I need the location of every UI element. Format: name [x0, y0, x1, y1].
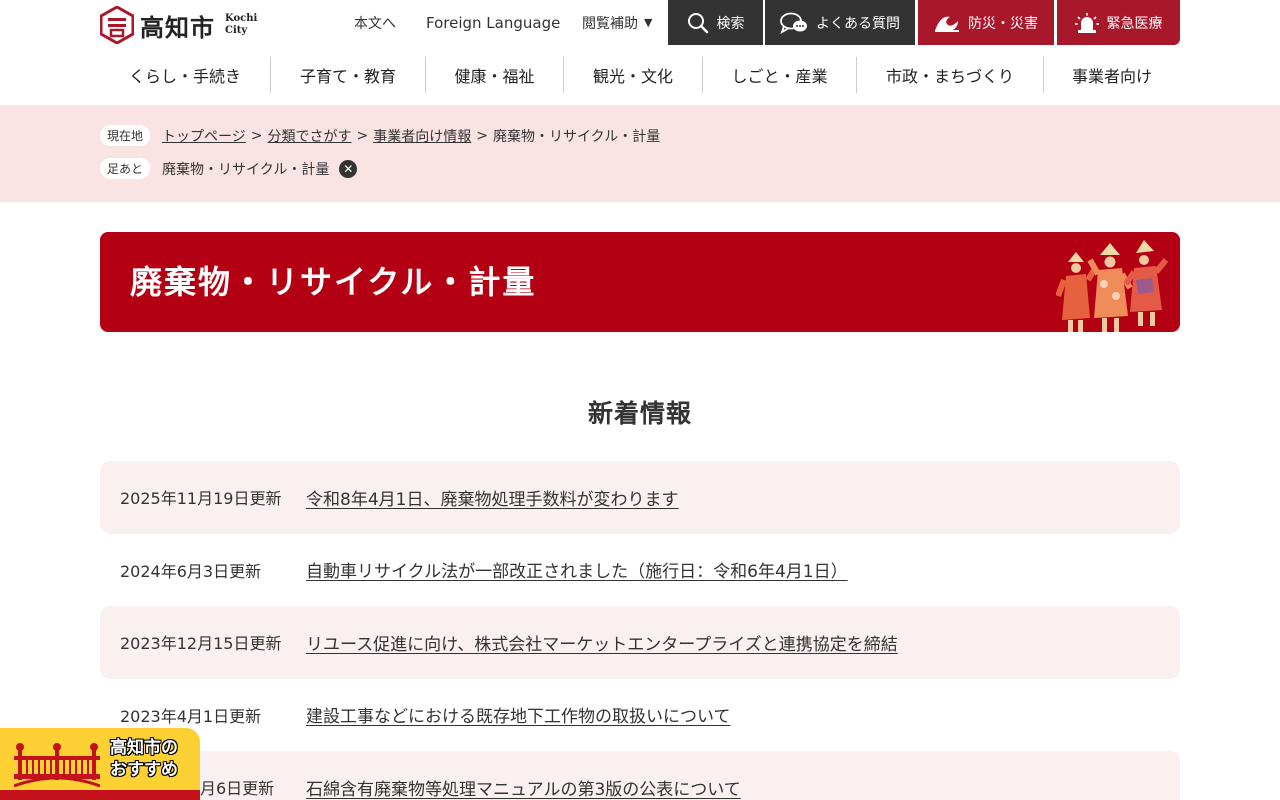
breadcrumb: 現在地 トップページ > 分類でさがす > 事業者向け情報 > 廃棄物・リサイク…: [100, 125, 660, 146]
accessibility-menu[interactable]: 閲覧補助 ▼: [582, 0, 652, 45]
gnav-item-business[interactable]: 事業者向け: [1043, 57, 1180, 93]
gnav-item-work[interactable]: しごと・産業: [702, 57, 856, 93]
footprint-item[interactable]: 廃棄物・リサイクル・計量: [162, 159, 329, 179]
breadcrumb-link-category[interactable]: 分類でさがす: [267, 126, 351, 146]
news-date: 2023年4月1日更新: [120, 706, 262, 726]
triangle-down-icon: ▼: [644, 16, 653, 29]
breadcrumb-separator: >: [356, 127, 369, 144]
disaster-prevention-button[interactable]: 防災・災害: [918, 0, 1054, 45]
wave-icon: [935, 16, 959, 32]
faq-button[interactable]: よくある質問: [765, 0, 915, 45]
breadcrumb-current: 廃棄物・リサイクル・計量: [492, 128, 661, 145]
news-link[interactable]: 令和8年4月1日、廃棄物処理手数料が変わります: [306, 485, 678, 510]
skip-to-content-link[interactable]: 本文へ: [354, 0, 396, 45]
disaster-prevention-button-label: 防災・災害: [968, 15, 1038, 32]
recommend-label: 高知市の おすすめ: [110, 737, 178, 781]
breadcrumb-area: 現在地 トップページ > 分類でさがす > 事業者向け情報 > 廃棄物・リサイク…: [0, 105, 1280, 202]
logo-sub-text: Kochi City: [225, 13, 257, 37]
gnav-item-health[interactable]: 健康・福祉: [425, 57, 563, 93]
news-date: 2024年6月3日更新: [120, 561, 262, 581]
search-button-label: 検索: [716, 15, 745, 32]
siren-icon: [1074, 12, 1099, 33]
gnav-item-tourism[interactable]: 観光・文化: [563, 57, 702, 93]
news-section-title: 新着情報: [587, 399, 692, 428]
list-item: 2025年11月19日更新 令和8年4月1日、廃棄物処理手数料が変わります: [100, 461, 1180, 534]
news-link[interactable]: リユース促進に向け、株式会社マーケットエンタープライズと連携協定を締結: [306, 630, 898, 655]
news-date: 2023年12月15日更新: [120, 634, 282, 654]
recommend-bottom-bar: [0, 790, 200, 800]
search-icon: [687, 12, 708, 33]
gnav-item-citygov[interactable]: 市政・まちづくり: [856, 57, 1043, 93]
global-navigation: くらし・手続き 子育て・教育 健康・福祉 観光・文化 しごと・産業 市政・まちづ…: [100, 57, 1180, 93]
news-link[interactable]: 石綿含有廃棄物等処理マニュアルの第3版の公表について: [306, 775, 741, 800]
page-title: 廃棄物・リサイクル・計量: [130, 263, 537, 301]
page-title-banner: 廃棄物・リサイクル・計量: [100, 232, 1180, 332]
breadcrumb-link-top[interactable]: トップページ: [162, 126, 246, 146]
current-location-label: 現在地: [100, 125, 151, 146]
site-header: 高知市 Kochi City 本文へ Foreign Language 閲覧補助…: [0, 0, 1280, 105]
breadcrumb-separator: >: [476, 127, 488, 144]
list-item: 月6日更新 石綿含有廃棄物等処理マニュアルの第3版の公表について: [100, 751, 1180, 800]
site-logo[interactable]: 高知市 Kochi City: [100, 5, 257, 45]
gnav-item-childcare[interactable]: 子育て・教育: [270, 57, 425, 93]
logo-sub-line2: City: [225, 25, 248, 36]
faq-button-label: よくある質問: [816, 15, 900, 32]
recommend-label-line1: 高知市の: [110, 738, 178, 758]
logo-text: 高知市: [140, 13, 215, 42]
list-item: 2023年4月1日更新 建設工事などにおける既存地下工作物の取扱いについて: [100, 679, 1180, 752]
footprint: 足あと 廃棄物・リサイクル・計量 ✕: [100, 158, 358, 179]
close-icon[interactable]: ✕: [339, 159, 358, 178]
gnav-item-living[interactable]: くらし・手続き: [100, 57, 270, 93]
recommend-button[interactable]: 高知市の おすすめ: [0, 728, 200, 800]
footprint-label: 足あと: [100, 158, 151, 179]
emergency-medical-button[interactable]: 緊急医療: [1057, 0, 1180, 45]
breadcrumb-link-business-info[interactable]: 事業者向け情報: [373, 126, 471, 146]
yosakoi-dancers-illustration: [1056, 240, 1168, 332]
news-link[interactable]: 建設工事などにおける既存地下工作物の取扱いについて: [306, 702, 731, 727]
news-date: 2025年11月19日更新: [120, 489, 282, 509]
foreign-language-link[interactable]: Foreign Language: [426, 0, 560, 45]
breadcrumb-separator: >: [250, 127, 263, 144]
speech-bubble-icon: [780, 12, 807, 34]
city-emblem-icon: [100, 6, 134, 44]
bridge-icon: [14, 743, 100, 788]
accessibility-menu-label: 閲覧補助: [582, 15, 638, 32]
search-button[interactable]: 検索: [668, 0, 763, 45]
emergency-medical-button-label: 緊急医療: [1106, 15, 1163, 32]
news-link[interactable]: 自動車リサイクル法が一部改正されました（施行日：令和6年4月1日）: [306, 557, 848, 582]
list-item: 2024年6月3日更新 自動車リサイクル法が一部改正されました（施行日：令和6年…: [100, 534, 1180, 607]
news-list: 2025年11月19日更新 令和8年4月1日、廃棄物処理手数料が変わります 20…: [100, 461, 1180, 800]
logo-sub-line1: Kochi: [225, 13, 258, 24]
list-item: 2023年12月15日更新 リユース促進に向け、株式会社マーケットエンタープライ…: [100, 606, 1180, 679]
recommend-label-line2: おすすめ: [110, 760, 178, 780]
